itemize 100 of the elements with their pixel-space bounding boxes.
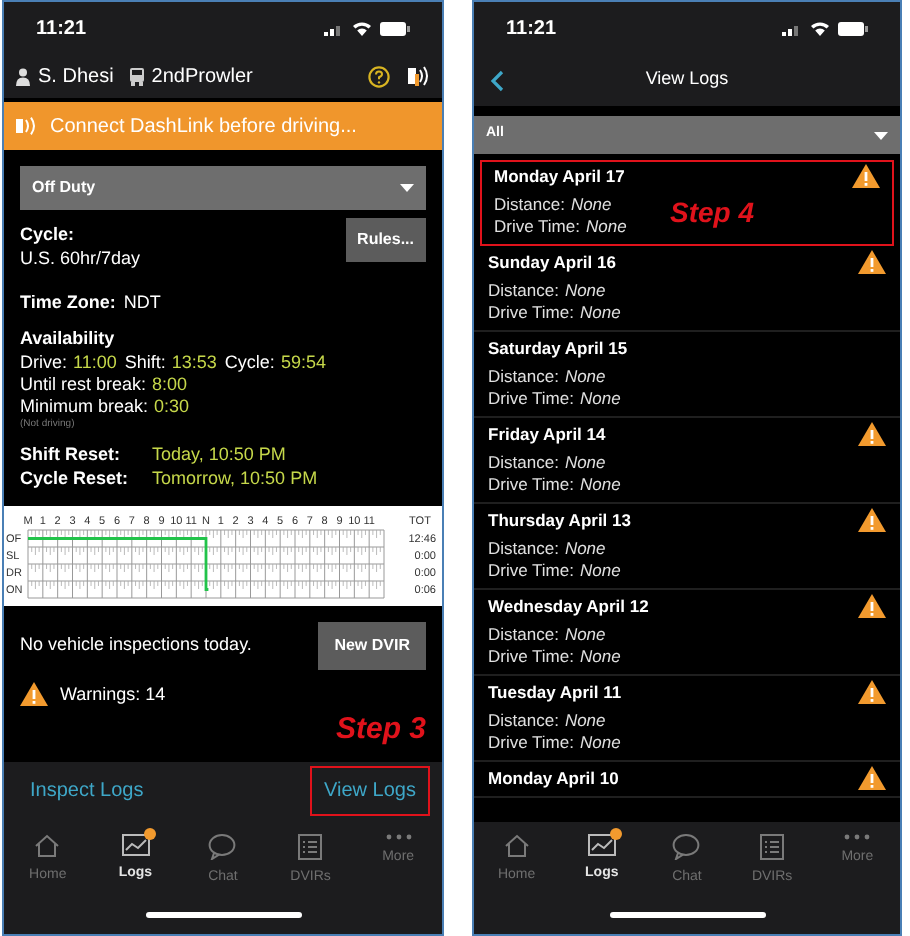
duty-status-dropdown[interactable]: Off Duty	[20, 166, 426, 210]
log-date: Thursday April 13	[488, 508, 631, 532]
availability-label: Shift:	[124, 352, 166, 374]
log-date: Saturday April 15	[488, 336, 628, 360]
person-icon	[16, 67, 30, 85]
log-date: Sunday April 16	[488, 250, 616, 274]
log-row[interactable]: Saturday April 15 Distance: None Drive Time: None	[474, 332, 900, 418]
distance-value: None	[564, 366, 606, 388]
vehicle-name: 2ndProwler	[151, 63, 253, 91]
distance-label: Distance:	[488, 280, 559, 302]
distance-label: Distance:	[488, 538, 559, 560]
wifi-icon	[352, 20, 372, 36]
more-icon	[385, 833, 412, 839]
drive-time-value: None	[579, 732, 621, 754]
truck-icon	[129, 67, 144, 85]
drive-time-value: None	[579, 560, 621, 582]
distance-label: Distance:	[494, 194, 565, 216]
warnings-count: Warnings: 14	[60, 681, 166, 708]
signal-icon	[782, 21, 802, 35]
warning-icon	[858, 250, 886, 274]
warning-icon	[858, 680, 886, 704]
back-icon[interactable]	[490, 69, 504, 91]
distance-label: Distance:	[488, 710, 559, 732]
drive-time-label: Drive Time:	[488, 646, 574, 668]
home-icon	[34, 833, 61, 857]
reset-value: Tomorrow, 10:50 PM	[152, 465, 320, 489]
banner-text: Connect DashLink before driving...	[50, 113, 357, 141]
log-row[interactable]: Sunday April 16 Distance: None Drive Time: None	[474, 246, 900, 332]
step-annotation: Step 4	[670, 194, 755, 232]
availability-label: Minimum break:	[20, 396, 149, 418]
distance-label: Distance:	[488, 624, 559, 646]
log-row[interactable]: Friday April 14 Distance: None Drive Time: None	[474, 418, 900, 504]
availability-heading: Availability	[20, 325, 117, 352]
drive-time-label: Drive Time:	[488, 560, 574, 582]
time-zone-value: NDT	[123, 290, 161, 316]
availability-label: Drive:	[20, 352, 68, 374]
drive-time-value: None	[579, 302, 621, 324]
rules-button[interactable]: Rules...	[345, 218, 426, 262]
plug-signal-icon[interactable]	[406, 64, 430, 88]
availability-label: Cycle:	[224, 352, 275, 374]
chart-icon	[121, 833, 150, 855]
chart-icon	[587, 833, 616, 855]
distance-value: None	[570, 194, 612, 216]
log-row[interactable]: Thursday April 13 Distance: None Drive Time: None	[474, 504, 900, 590]
warning-icon	[858, 766, 886, 790]
log-row[interactable]: Monday April 10	[474, 762, 900, 798]
reset-label: Shift Reset:	[20, 441, 123, 465]
log-date: Monday April 17	[494, 164, 625, 188]
log-row[interactable]: Tuesday April 11 Distance: None Drive Time: None	[474, 676, 900, 762]
action-link[interactable]: Inspect Logs	[16, 766, 158, 816]
log-row[interactable]: Wednesday April 12 Distance: None Drive Time: None	[474, 590, 900, 676]
log-date: Friday April 14	[488, 422, 606, 446]
new-dvir-button[interactable]: New DVIR	[318, 621, 426, 669]
availability-value: 59:54	[280, 352, 326, 374]
list-icon	[760, 833, 785, 859]
availability-label: Until rest break:	[20, 374, 147, 396]
page-title: View Logs	[643, 66, 731, 93]
list-icon	[298, 833, 323, 859]
distance-value: None	[564, 538, 606, 560]
availability-value: 11:00	[73, 352, 117, 374]
drive-time-label: Drive Time:	[488, 388, 574, 410]
step-annotation: Step 3	[335, 710, 426, 750]
distance-label: Distance:	[488, 366, 559, 388]
signal-icon	[324, 21, 344, 35]
drive-time-value: None	[579, 474, 621, 496]
drive-time-label: Drive Time:	[494, 216, 580, 238]
driver-name: S. Dhesi	[38, 63, 114, 91]
clock-time: 11:21	[506, 15, 557, 43]
battery-icon	[838, 21, 868, 35]
drive-time-label: Drive Time:	[488, 302, 574, 324]
warning-icon	[858, 508, 886, 532]
clock-time: 11:21	[36, 15, 87, 43]
distance-label: Distance:	[488, 452, 559, 474]
help-icon[interactable]	[368, 65, 390, 87]
cycle-value: U.S. 60hr/7day	[20, 246, 141, 270]
distance-value: None	[564, 624, 606, 646]
inspections-text: No vehicle inspections today.	[20, 631, 252, 658]
distance-value: None	[564, 710, 606, 732]
drive-time-value: None	[579, 646, 621, 668]
log-date: Monday April 10	[488, 766, 619, 790]
wifi-icon	[810, 20, 830, 36]
availability-value: 13:53	[171, 352, 217, 374]
home-icon	[503, 833, 530, 857]
warning-icon	[858, 594, 886, 618]
caret-icon	[400, 184, 414, 192]
drive-time-value: None	[585, 216, 627, 238]
drive-time-label: Drive Time:	[488, 474, 574, 496]
log-date: Tuesday April 11	[488, 680, 622, 704]
action-link[interactable]: View Logs	[310, 766, 430, 816]
drive-time-value: None	[579, 388, 621, 410]
time-zone-label: Time Zone:	[20, 290, 116, 316]
chat-bubble-icon	[672, 833, 701, 859]
battery-icon	[380, 21, 410, 35]
availability-value: 8:00	[152, 374, 188, 396]
log-date: Wednesday April 12	[488, 594, 649, 618]
drive-time-label: Drive Time:	[488, 732, 574, 754]
caret-icon	[874, 131, 888, 139]
log-row[interactable]: Monday April 17 Distance: None Drive Time: None Step 4	[480, 160, 894, 246]
warning-icon	[858, 422, 886, 446]
availability-value: 0:30	[154, 396, 190, 418]
